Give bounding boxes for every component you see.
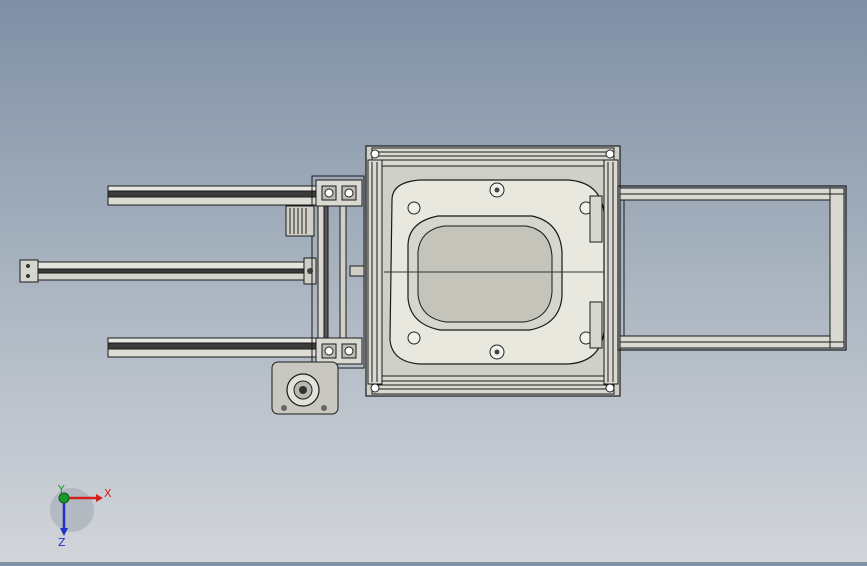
y-axis-label: Y	[57, 483, 65, 496]
model-drawing: X Y Z	[19, 145, 847, 549]
axis-triad: X Y Z	[50, 483, 112, 549]
left-rail-lower	[107, 337, 319, 358]
right-rail-frame	[617, 185, 847, 351]
gear-motor	[271, 361, 339, 415]
cad-viewport[interactable]: X Y Z	[0, 0, 867, 562]
x-axis-label: X	[104, 487, 112, 500]
z-axis-label: Z	[58, 536, 66, 549]
pneumatic-cylinder	[19, 257, 317, 285]
left-rail-upper	[107, 185, 319, 206]
mold-plate	[384, 179, 605, 365]
